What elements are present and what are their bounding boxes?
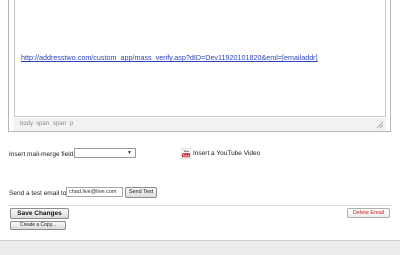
path-item-body[interactable]: body <box>20 121 33 127</box>
insert-youtube-link[interactable]: Insert a YouTube Video <box>193 150 260 157</box>
resize-grip-icon[interactable] <box>376 121 384 129</box>
merge-field-label: Insert mail-merge field: <box>9 151 76 158</box>
page-footer <box>0 241 400 255</box>
create-copy-button[interactable]: Create a Copy... <box>10 221 66 230</box>
test-email-label: Send a test email to: <box>9 190 69 197</box>
path-item-span[interactable]: span <box>36 121 49 127</box>
email-editor-frame: http://addresstwo.com/custom_app/mass_ve… <box>8 0 391 132</box>
verify-link[interactable]: http://addresstwo.com/custom_app/mass_ve… <box>21 53 318 62</box>
divider <box>8 205 392 206</box>
test-email-input[interactable] <box>66 187 123 197</box>
dropdown-arrow-icon: ▼ <box>127 150 132 156</box>
save-changes-button[interactable]: Save Changes <box>10 208 69 219</box>
path-item-p[interactable]: p <box>70 121 73 127</box>
path-item-span-2[interactable]: span <box>53 121 66 127</box>
delete-email-button[interactable]: Delete Email <box>347 208 390 218</box>
svg-text:Tube: Tube <box>183 154 190 158</box>
send-test-button[interactable]: Send Test <box>125 187 157 198</box>
email-editor-body[interactable]: http://addresstwo.com/custom_app/mass_ve… <box>14 0 386 117</box>
editor-status-bar: body span span p <box>14 118 386 131</box>
merge-field-select[interactable]: ▼ <box>74 148 136 158</box>
youtube-icon[interactable]: You Tube <box>181 148 191 159</box>
